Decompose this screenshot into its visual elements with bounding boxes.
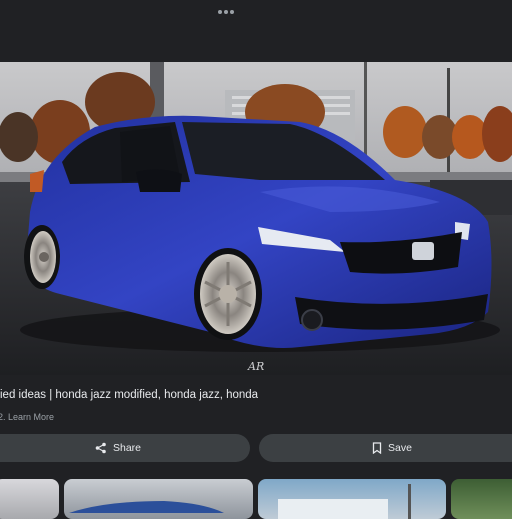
source-prefix: 2.	[0, 412, 6, 422]
watermark-signature: AR	[247, 360, 264, 373]
result-caption[interactable]: ied ideas | honda jazz modified, honda j…	[0, 389, 258, 401]
top-bar	[0, 0, 512, 62]
share-label: Share	[112, 442, 142, 454]
related-thumbnail[interactable]	[64, 479, 253, 519]
source-line: 2. Learn More	[0, 412, 54, 422]
related-thumbnail[interactable]	[0, 479, 59, 519]
related-thumbnail[interactable]	[258, 479, 446, 519]
related-thumbnail[interactable]	[451, 479, 512, 519]
save-button[interactable]: Save	[259, 434, 512, 462]
more-options-icon[interactable]	[216, 7, 236, 17]
result-image[interactable]: AR	[0, 62, 512, 375]
save-label: Save	[388, 442, 412, 454]
share-button[interactable]: Share	[0, 434, 250, 462]
bookmark-icon	[372, 442, 382, 454]
car-photo: AR	[0, 62, 512, 375]
learn-more-link[interactable]: Learn More	[8, 412, 54, 422]
related-images	[0, 479, 512, 519]
share-icon	[95, 442, 106, 454]
